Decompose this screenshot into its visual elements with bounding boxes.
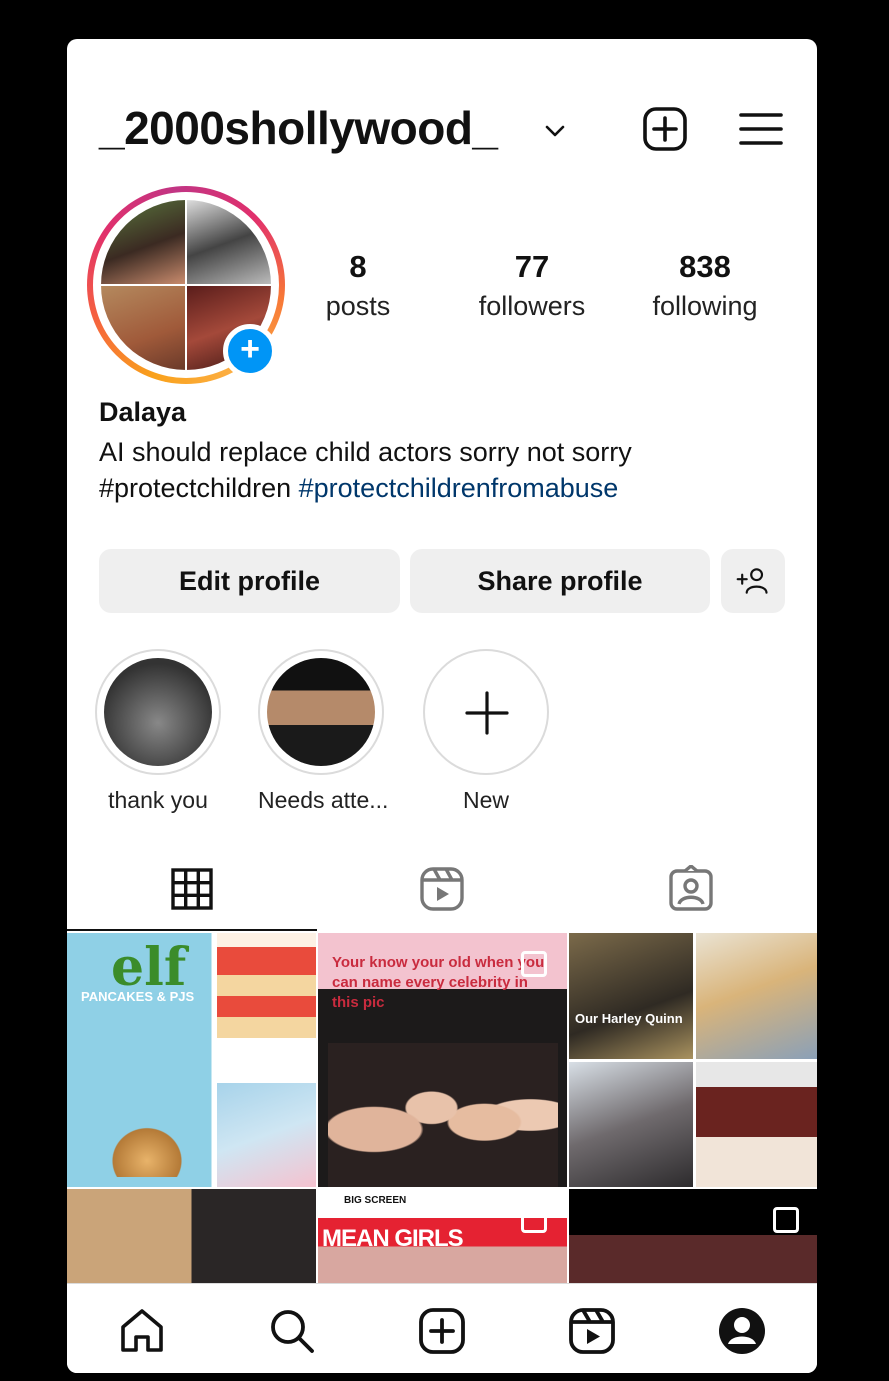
active-tab-indicator — [67, 929, 317, 931]
multiple-images-icon — [521, 1207, 547, 1233]
highlight-cover-image — [267, 658, 375, 766]
multiple-images-icon — [521, 951, 547, 977]
highlight-label: thank you — [108, 787, 208, 813]
home-icon[interactable] — [117, 1306, 167, 1356]
bio-hashtags: #protectchildren #protectchildrenfromabu… — [99, 473, 618, 504]
stat-followers[interactable]: 77 followers — [447, 249, 617, 322]
multiple-images-icon — [773, 1207, 799, 1233]
reels-tab-icon[interactable] — [418, 865, 466, 913]
create-icon[interactable] — [417, 1306, 467, 1356]
discover-people-button[interactable] — [721, 549, 785, 613]
highlight-thank-you[interactable]: thank you — [95, 649, 221, 814]
stat-posts[interactable]: 8 posts — [273, 249, 443, 322]
following-label: following — [652, 291, 758, 321]
bio-text: AI should replace child actors sorry not… — [99, 437, 632, 467]
share-profile-button[interactable]: Share profile — [410, 549, 710, 613]
profile-username[interactable]: _2000shollywood_ — [99, 101, 498, 155]
chevron-down-icon[interactable] — [543, 119, 567, 143]
highlight-label: Needs atte... — [258, 787, 389, 813]
tagged-tab-icon[interactable] — [667, 865, 715, 913]
highlight-label: New — [462, 787, 509, 813]
profile-display-name: Dalaya — [99, 397, 187, 427]
highlight-needs-attention[interactable]: Needs atte... — [258, 649, 389, 814]
grid-tab-icon[interactable] — [168, 865, 216, 913]
post-thumbnail[interactable]: BIG SCREEN MEAN GIRLS — [318, 1189, 567, 1283]
search-icon[interactable] — [267, 1306, 317, 1356]
profile-screen: _2000shollywood_ + 8 posts 77 followers … — [67, 39, 817, 1373]
post-thumbnail[interactable] — [569, 1189, 817, 1283]
stat-following[interactable]: 838 following — [620, 249, 790, 322]
hashtag-protectchildren: #protectchildren — [99, 473, 292, 503]
bottom-navigation — [67, 1283, 817, 1373]
reels-icon[interactable] — [567, 1306, 617, 1356]
new-post-icon[interactable] — [641, 105, 689, 153]
highlight-cover-image — [104, 658, 212, 766]
hashtag-protectchildrenfromabuse[interactable]: #protectchildrenfromabuse — [299, 473, 619, 503]
add-person-icon — [736, 568, 768, 594]
plus-icon — [465, 691, 509, 735]
profile-avatar-icon[interactable] — [717, 1306, 767, 1356]
followers-label: followers — [478, 291, 586, 321]
post-thumbnail[interactable] — [67, 1189, 316, 1283]
highlight-new[interactable]: New — [423, 649, 549, 814]
followers-count: 77 — [514, 249, 550, 284]
posts-grid: elf PANCAKES & PJS Your know your old wh… — [67, 933, 817, 1283]
posts-count: 8 — [349, 249, 367, 284]
following-count: 838 — [679, 249, 731, 284]
menu-icon[interactable] — [737, 105, 785, 153]
posts-label: posts — [325, 291, 391, 321]
post-thumbnail[interactable]: Our Harley Quinn — [569, 933, 817, 1187]
post-thumbnail[interactable]: elf PANCAKES & PJS — [67, 933, 316, 1187]
post-thumbnail[interactable]: Your know your old when you can name eve… — [318, 933, 567, 1187]
add-story-plus-icon[interactable]: + — [223, 324, 277, 378]
edit-profile-button[interactable]: Edit profile — [99, 549, 400, 613]
